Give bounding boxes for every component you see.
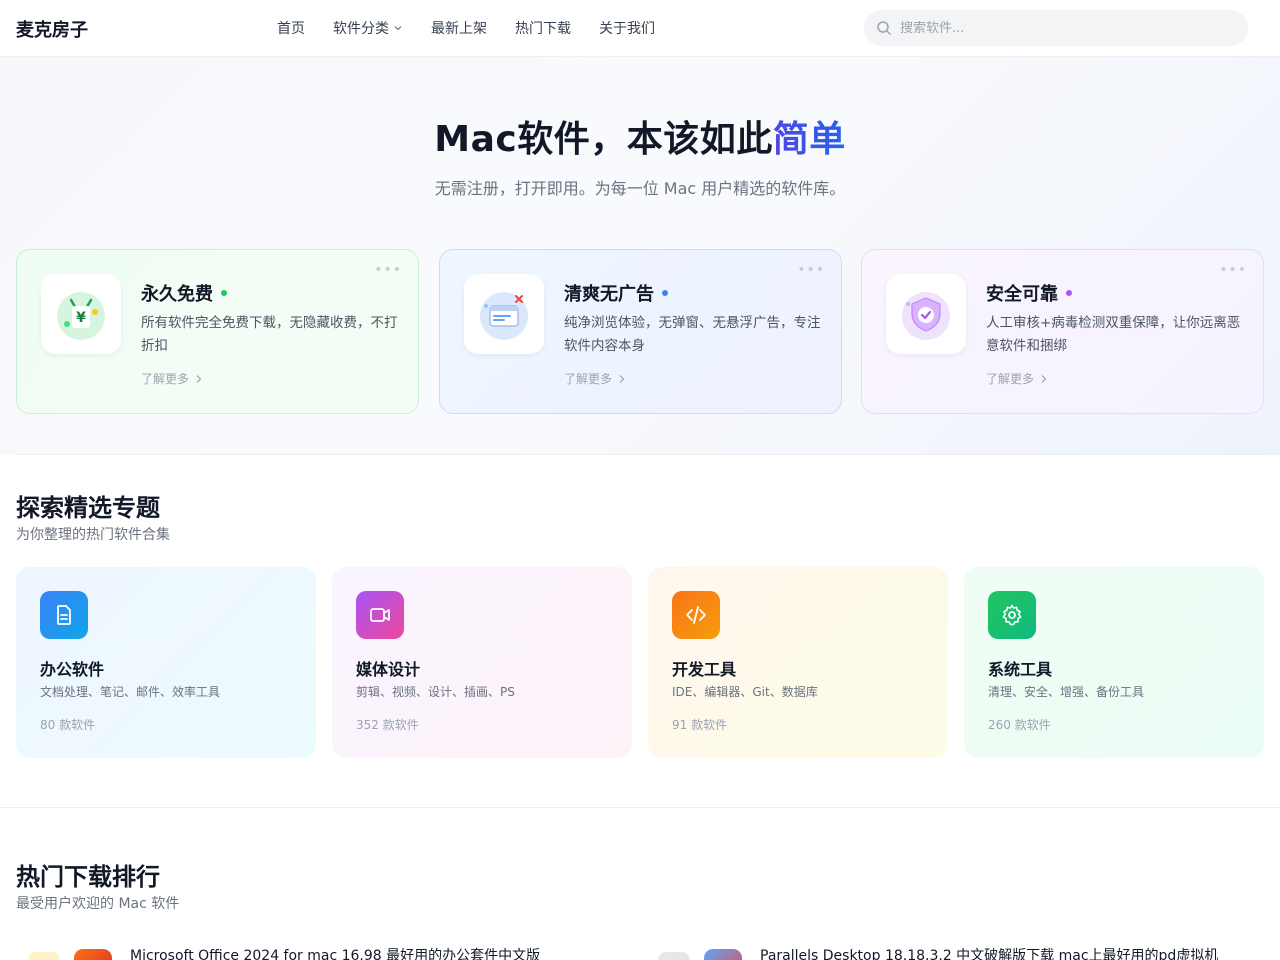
feature-card-free[interactable]: ••• ¥ 永久免费 所有软件完全免费下载，无隐藏收费，不打折扣 了解更多	[16, 249, 419, 414]
site-logo[interactable]: 麦克房子	[16, 16, 88, 42]
more-dots-icon: •••	[1219, 262, 1247, 278]
topic-title: 开发工具	[672, 660, 737, 679]
search-box[interactable]	[864, 10, 1248, 46]
topic-desc: 文档处理、笔记、邮件、效率工具	[40, 685, 221, 699]
feature-card-no-ads[interactable]: ••• 清爽无广告 纯净浏览体验，无弹窗、无悬浮广告，专注软件内容本身 了解更多	[439, 249, 842, 414]
search-input[interactable]	[900, 20, 1220, 36]
feature-title: 清爽无广告	[564, 280, 668, 306]
chevron-right-icon	[1041, 374, 1047, 383]
nav-latest-label: 最新上架	[431, 21, 487, 37]
topic-desc: IDE、编辑器、Git、数据库	[672, 685, 818, 699]
no-ads-window-icon	[464, 274, 544, 354]
learn-more-label: 了解更多	[986, 372, 1035, 386]
rank-badge	[28, 952, 60, 960]
topic-title: 办公软件	[40, 660, 105, 679]
status-dot	[221, 290, 227, 296]
topic-count: 352 款软件	[356, 718, 419, 732]
video-icon	[356, 591, 404, 639]
nav-categories-label: 软件分类	[333, 21, 389, 37]
topics-section-title: 探索精选专题	[16, 494, 160, 522]
feature-desc: 纯净浏览体验，无弹窗、无悬浮广告，专注软件内容本身	[564, 315, 821, 354]
status-dot	[662, 290, 668, 296]
parallels-app-icon	[704, 949, 742, 960]
nav-popular[interactable]: 热门下载	[515, 18, 571, 38]
nav-about-label: 关于我们	[599, 21, 655, 37]
main-nav: 首页 软件分类 最新上架 热门下载 关于我们	[277, 18, 655, 38]
top-header: 麦克房子 首页 软件分类 最新上架 热门下载 关于我们	[0, 0, 1280, 57]
svg-text:¥: ¥	[76, 310, 86, 326]
nav-popular-label: 热门下载	[515, 21, 571, 37]
ranking-item[interactable]: Microsoft Office 2024 for mac 16.98 最好用的…	[28, 944, 540, 960]
topic-desc: 清理、安全、增强、备份工具	[988, 685, 1145, 699]
learn-more-link[interactable]: 了解更多	[141, 370, 203, 387]
more-dots-icon: •••	[797, 262, 825, 278]
feature-title-text: 永久免费	[141, 284, 213, 305]
feature-title: 永久免费	[141, 280, 227, 306]
learn-more-link[interactable]: 了解更多	[986, 370, 1048, 387]
feature-title-text: 安全可靠	[986, 284, 1058, 305]
document-icon	[40, 591, 88, 639]
ranking-section-subtitle: 最受用户欢迎的 Mac 软件	[16, 896, 180, 912]
learn-more-label: 了解更多	[141, 372, 190, 386]
hero-title-accent: 简单	[772, 119, 846, 160]
hero-title: Mac软件，本该如此简单	[0, 110, 1280, 162]
topic-count: 260 款软件	[988, 718, 1051, 732]
yen-bag-icon: ¥	[41, 274, 121, 354]
hero-subtitle: 无需注册，打开即用。为每一位 Mac 用户精选的软件库。	[434, 179, 846, 198]
ranking-section-title: 热门下载排行	[16, 863, 160, 891]
section-divider	[0, 807, 1280, 808]
nav-about[interactable]: 关于我们	[599, 18, 655, 38]
feature-title-text: 清爽无广告	[564, 284, 654, 305]
status-dot	[1066, 290, 1072, 296]
topic-title: 媒体设计	[356, 660, 421, 679]
chevron-right-icon	[619, 374, 625, 383]
search-icon	[877, 21, 891, 35]
office-app-icon	[74, 949, 112, 960]
ranking-item-title: Parallels Desktop 18.18.3.2 中文破解版下载 mac上…	[760, 948, 1219, 960]
topics-section-subtitle: 为你整理的热门软件合集	[16, 527, 170, 543]
nav-latest[interactable]: 最新上架	[431, 18, 487, 38]
chevron-down-icon	[394, 26, 402, 31]
more-dots-icon: •••	[374, 262, 402, 278]
topic-desc: 剪辑、视频、设计、插画、PS	[356, 685, 515, 699]
topic-title: 系统工具	[988, 660, 1053, 679]
nav-home-label: 首页	[277, 21, 305, 37]
feature-title: 安全可靠	[986, 280, 1072, 306]
topic-count: 91 款软件	[672, 718, 728, 732]
hero-title-main: Mac软件，本该如此	[434, 119, 773, 160]
learn-more-link[interactable]: 了解更多	[564, 370, 626, 387]
chevron-right-icon	[196, 374, 202, 383]
shield-check-icon	[886, 274, 966, 354]
gear-icon	[988, 591, 1036, 639]
ranking-item[interactable]: Parallels Desktop 18.18.3.2 中文破解版下载 mac上…	[658, 944, 1218, 960]
feature-desc: 所有软件完全免费下载，无隐藏收费，不打折扣	[141, 315, 398, 354]
topic-card-office[interactable]: 办公软件 文档处理、笔记、邮件、效率工具 80 款软件	[16, 567, 316, 758]
topic-card-dev[interactable]: 开发工具 IDE、编辑器、Git、数据库 91 款软件	[648, 567, 948, 758]
rank-badge	[658, 952, 690, 960]
topic-card-system[interactable]: 系统工具 清理、安全、增强、备份工具 260 款软件	[964, 567, 1264, 758]
learn-more-label: 了解更多	[564, 372, 613, 386]
nav-home[interactable]: 首页	[277, 18, 305, 38]
code-icon	[672, 591, 720, 639]
topic-card-media[interactable]: 媒体设计 剪辑、视频、设计、插画、PS 352 款软件	[332, 567, 632, 758]
feature-card-secure[interactable]: ••• 安全可靠 人工审核+病毒检测双重保障，让你远离恶意软件和捆绑 了解更多	[861, 249, 1264, 414]
topic-count: 80 款软件	[40, 718, 96, 732]
ranking-item-title: Microsoft Office 2024 for mac 16.98 最好用的…	[130, 948, 541, 960]
nav-categories[interactable]: 软件分类	[333, 18, 403, 38]
feature-desc: 人工审核+病毒检测双重保障，让你远离恶意软件和捆绑	[986, 315, 1241, 354]
section-divider	[16, 454, 1264, 455]
